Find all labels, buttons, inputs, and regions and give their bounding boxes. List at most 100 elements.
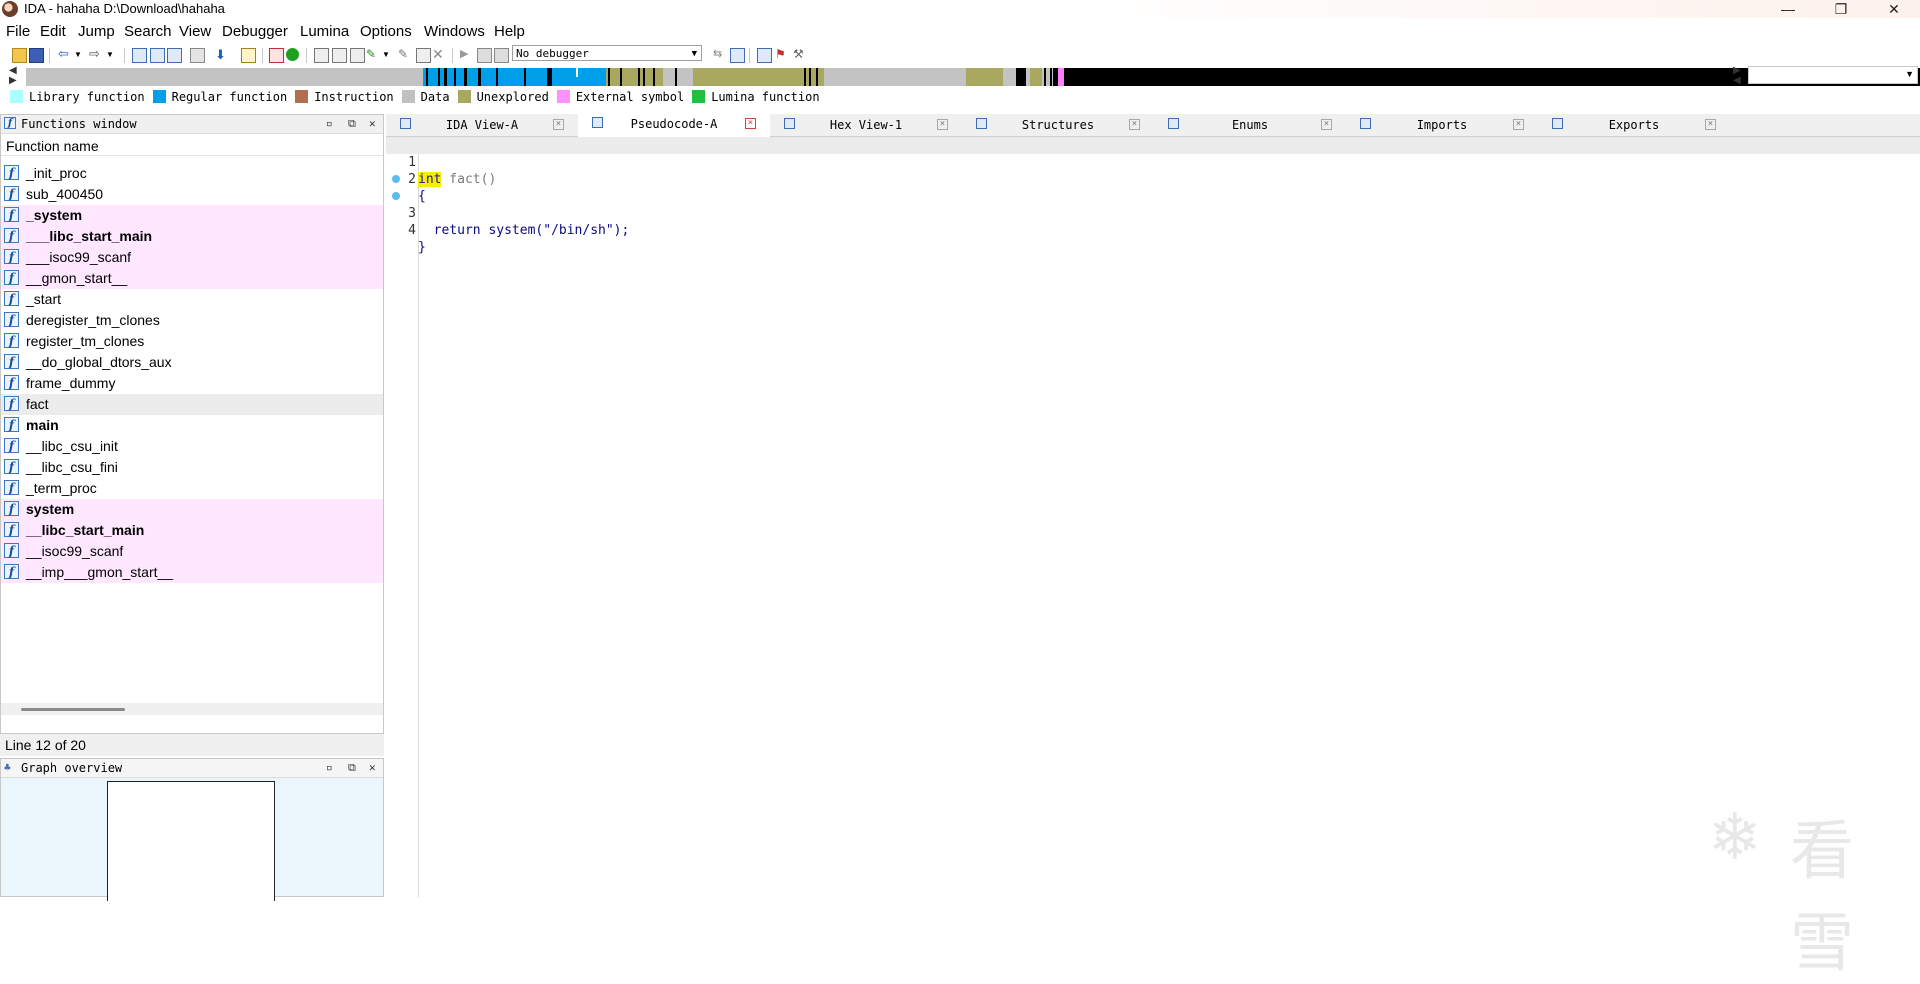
function-row[interactable]: f ___libc_start_main <box>1 226 383 247</box>
copy-icon[interactable] <box>132 48 147 63</box>
graph-overview-viewport[interactable] <box>107 781 275 901</box>
function-row[interactable]: f fact <box>1 394 383 415</box>
tab-pseudocode-a[interactable]: Pseudocode-A × <box>578 113 770 137</box>
tab-close-icon[interactable]: × <box>553 119 564 130</box>
tab-close-icon[interactable]: × <box>745 118 756 129</box>
column-header-function-name[interactable]: Function name <box>1 134 383 156</box>
horizontal-scrollbar[interactable] <box>1 703 383 715</box>
function-row[interactable]: f __imp___gmon_start__ <box>1 562 383 583</box>
panel-close-icon[interactable]: ✕ <box>369 759 376 777</box>
function-row[interactable]: f _start <box>1 289 383 310</box>
plugin-icon[interactable]: ✎ <box>366 48 379 61</box>
function-row[interactable]: f __libc_csu_init <box>1 436 383 457</box>
tab-close-icon[interactable]: × <box>1705 119 1716 130</box>
binary-icon[interactable] <box>190 48 205 63</box>
step-icon[interactable]: ⇆ <box>713 48 726 61</box>
forward-dropdown-icon[interactable]: ▼ <box>106 48 119 61</box>
menu-options[interactable]: Options <box>360 23 412 40</box>
tools-icon[interactable]: ⚒ <box>793 48 806 61</box>
open-icon[interactable] <box>12 48 27 63</box>
menu-debugger[interactable]: Debugger <box>222 23 288 40</box>
nav-scroll-right-icon[interactable]: ▶ ◀ <box>1733 66 1741 86</box>
navigation-band[interactable] <box>26 68 1920 86</box>
stop-icon[interactable] <box>494 48 509 63</box>
tab-close-icon[interactable]: × <box>937 119 948 130</box>
call-graph-icon[interactable] <box>350 48 365 63</box>
menu-jump[interactable]: Jump <box>78 23 115 40</box>
graph-icon[interactable] <box>314 48 329 63</box>
function-row[interactable]: f __isoc99_scanf <box>1 541 383 562</box>
minimize-button[interactable]: — <box>1765 0 1811 18</box>
function-row[interactable]: f sub_400450 <box>1 184 383 205</box>
system-call[interactable]: system("/bin/sh"); <box>488 223 629 238</box>
flow-chart-icon[interactable] <box>332 48 347 63</box>
tab-close-icon[interactable]: × <box>1321 119 1332 130</box>
close-button[interactable]: ✕ <box>1871 0 1917 18</box>
plugin-dropdown-icon[interactable]: ▼ <box>382 48 395 61</box>
code-line-4[interactable]: 4 } <box>386 188 1920 255</box>
run-green-icon[interactable] <box>286 48 299 61</box>
code-line-2[interactable]: 2 { <box>386 154 1920 204</box>
menu-view[interactable]: View <box>179 23 211 40</box>
tab-enums[interactable]: Enums × <box>1154 114 1346 136</box>
function-row[interactable]: f __do_global_dtors_aux <box>1 352 383 373</box>
function-row[interactable]: f frame_dummy <box>1 373 383 394</box>
function-row[interactable]: f __libc_csu_fini <box>1 457 383 478</box>
menu-help[interactable]: Help <box>494 23 525 40</box>
script-icon[interactable]: ✎ <box>398 48 411 61</box>
function-row[interactable]: f __gmon_start__ <box>1 268 383 289</box>
jump-down-icon[interactable]: ⬇ <box>215 48 228 61</box>
function-row[interactable]: f system <box>1 499 383 520</box>
tab-close-icon[interactable]: × <box>1513 119 1524 130</box>
code-line-3[interactable]: 3 return system("/bin/sh"); <box>386 171 1920 238</box>
function-row[interactable]: f _term_proc <box>1 478 383 499</box>
menu-lumina[interactable]: Lumina <box>300 23 349 40</box>
clipboard-icon[interactable] <box>167 48 182 63</box>
segment-icon[interactable] <box>416 48 431 63</box>
maximize-button[interactable]: ❐ <box>1818 0 1864 18</box>
function-row[interactable]: f main <box>1 415 383 436</box>
panel-restore-icon[interactable]: ⧉ <box>348 759 356 777</box>
menu-file[interactable]: File <box>6 23 30 40</box>
tab-imports[interactable]: Imports × <box>1346 114 1538 136</box>
panel-float-icon[interactable]: ▫ <box>326 115 333 133</box>
tab-exports[interactable]: Exports × <box>1538 114 1730 136</box>
start-debug-icon[interactable]: ▶ <box>460 48 473 61</box>
delete-icon[interactable]: ✕ <box>432 47 445 61</box>
nav-address-combo[interactable]: ▼ <box>1748 66 1918 84</box>
code-line-1[interactable]: 1 int fact() <box>386 137 1920 187</box>
panel-close-icon[interactable]: ✕ <box>369 115 376 133</box>
text-icon[interactable] <box>269 48 284 63</box>
function-row[interactable]: f ___isoc99_scanf <box>1 247 383 268</box>
functions-list-icon[interactable] <box>757 48 772 63</box>
menu-windows[interactable]: Windows <box>424 23 485 40</box>
scrollbar-thumb[interactable] <box>21 708 125 711</box>
nav-scroll-left-icon[interactable]: ◀ ▶ <box>9 66 17 86</box>
back-arrow-icon[interactable]: ⇦ <box>58 47 71 61</box>
breakpoint-dot-icon[interactable] <box>392 192 400 200</box>
attach-icon[interactable] <box>730 48 745 63</box>
tab-close-icon[interactable]: × <box>1129 119 1140 130</box>
function-row[interactable]: f deregister_tm_clones <box>1 310 383 331</box>
tab-hex-view-1[interactable]: Hex View-1 × <box>770 114 962 136</box>
debugger-select[interactable]: No debugger ▼ <box>512 45 702 61</box>
panel-float-icon[interactable]: ▫ <box>326 759 333 777</box>
save-icon[interactable] <box>29 48 44 63</box>
function-row[interactable]: f _init_proc <box>1 163 383 184</box>
pseudocode-view[interactable]: 1 int fact() 2 { 3 return system("/bin/s… <box>386 137 1920 897</box>
tab-structures[interactable]: Structures × <box>962 114 1154 136</box>
function-row[interactable]: f _system <box>1 205 383 226</box>
function-row[interactable]: f register_tm_clones <box>1 331 383 352</box>
function-row[interactable]: f __libc_start_main <box>1 520 383 541</box>
paste-icon[interactable] <box>150 48 165 63</box>
back-dropdown-icon[interactable]: ▼ <box>74 48 87 61</box>
menu-edit[interactable]: Edit <box>40 23 66 40</box>
tab-ida-view-a[interactable]: IDA View-A × <box>386 114 578 136</box>
flag-icon[interactable]: ⚑ <box>775 48 788 61</box>
search-binary-icon[interactable] <box>241 48 256 63</box>
breakpoint-dot-icon[interactable] <box>392 175 400 183</box>
panel-restore-icon[interactable]: ⧉ <box>348 115 356 133</box>
menu-search[interactable]: Search <box>124 23 172 40</box>
forward-arrow-icon[interactable]: ⇨ <box>89 47 102 61</box>
pause-icon[interactable] <box>477 48 492 63</box>
